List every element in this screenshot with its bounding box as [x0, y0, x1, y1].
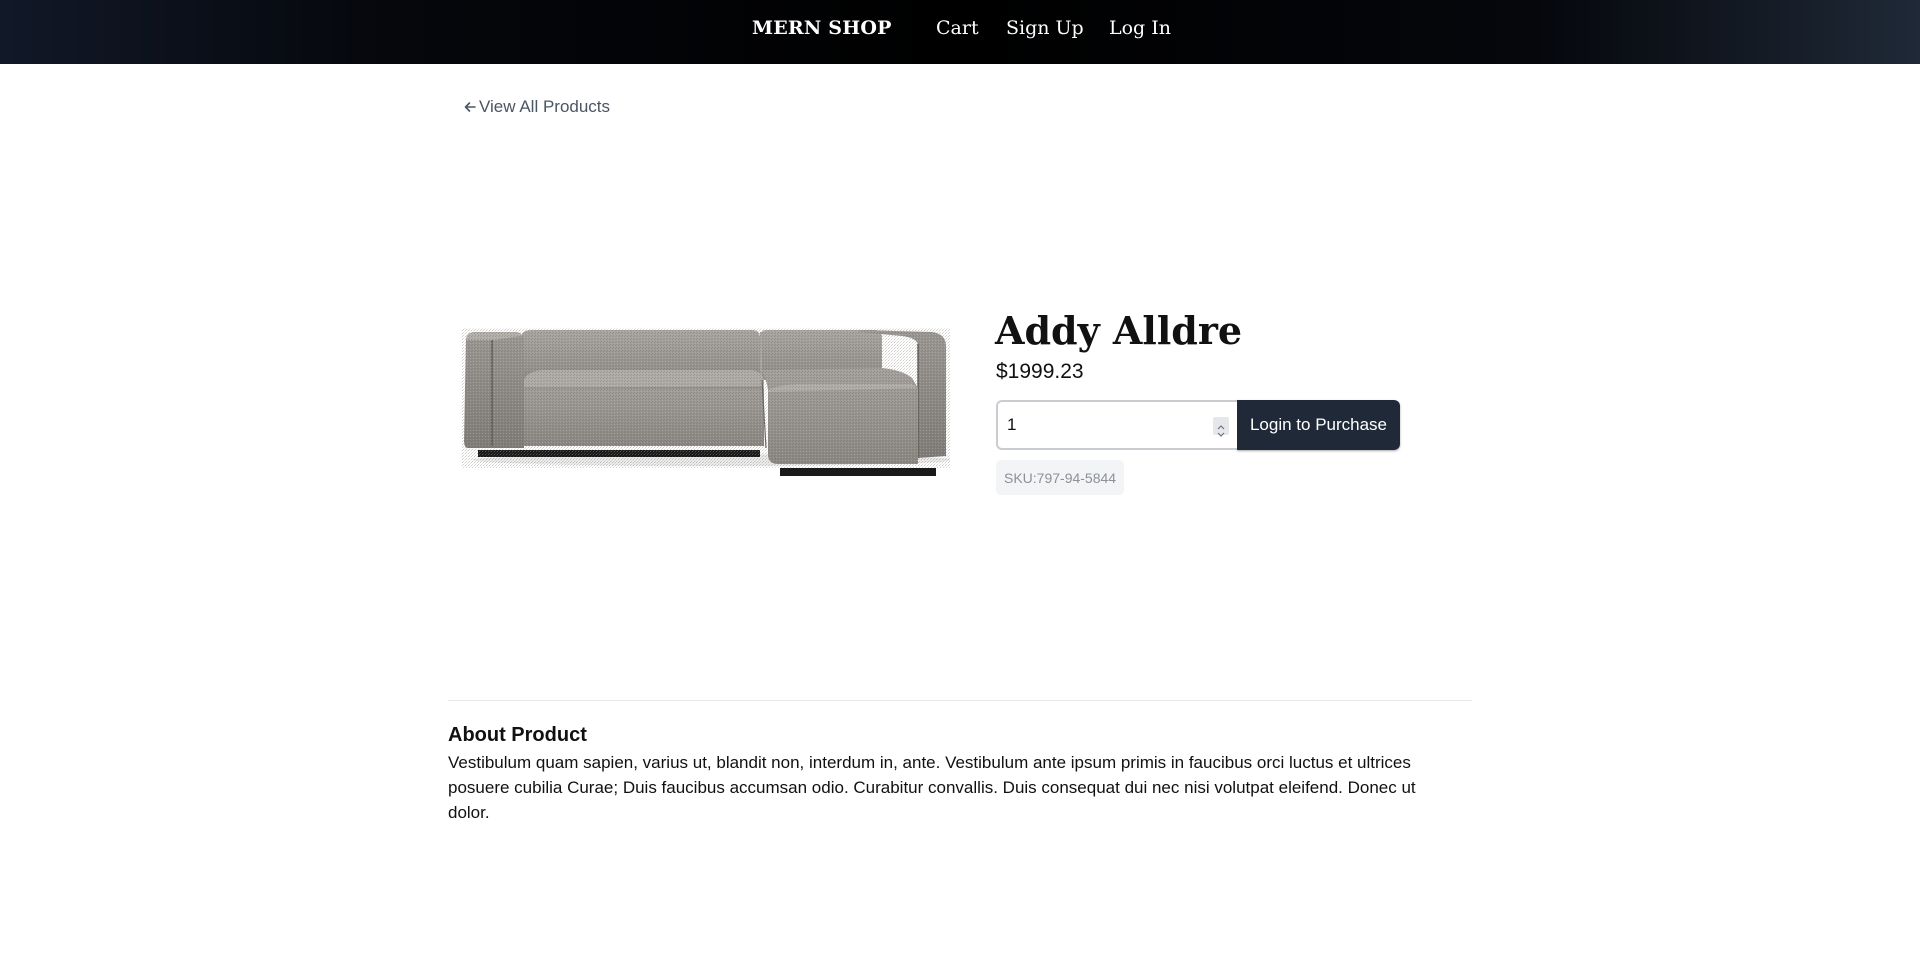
purchase-form: Login to Purchase [996, 400, 1400, 450]
product-image [462, 318, 952, 488]
nav-link-cart[interactable]: Cart [936, 17, 979, 39]
sku-badge: SKU:797-94-5844 [996, 460, 1125, 495]
quantity-input[interactable] [998, 402, 1237, 448]
product-price: $1999.23 [996, 360, 1084, 383]
section-divider [448, 700, 1472, 701]
about-product-description: Vestibulum quam sapien, varius ut, bland… [448, 753, 1416, 822]
login-to-purchase-button[interactable]: Login to Purchase [1237, 400, 1400, 450]
nav-link-log-in[interactable]: Log In [1109, 17, 1171, 39]
product-name: Addy Alldre [995, 308, 1243, 353]
chevron-down-icon[interactable] [1216, 426, 1226, 437]
quantity-spinner[interactable] [1213, 417, 1229, 437]
nav-link-sign-up[interactable]: Sign Up [1006, 17, 1084, 39]
arrow-left-icon [463, 100, 477, 114]
view-all-products-label: View All Products [479, 97, 611, 116]
about-product-heading: About Product [448, 724, 587, 746]
view-all-products-link[interactable]: View All Products [463, 96, 610, 118]
quantity-field-wrapper [996, 400, 1237, 450]
top-navbar: MERN SHOP Cart Sign Up Log In [0, 0, 1920, 64]
brand-logo-link[interactable]: MERN SHOP [752, 17, 892, 39]
chevron-up-icon[interactable] [1216, 418, 1226, 430]
